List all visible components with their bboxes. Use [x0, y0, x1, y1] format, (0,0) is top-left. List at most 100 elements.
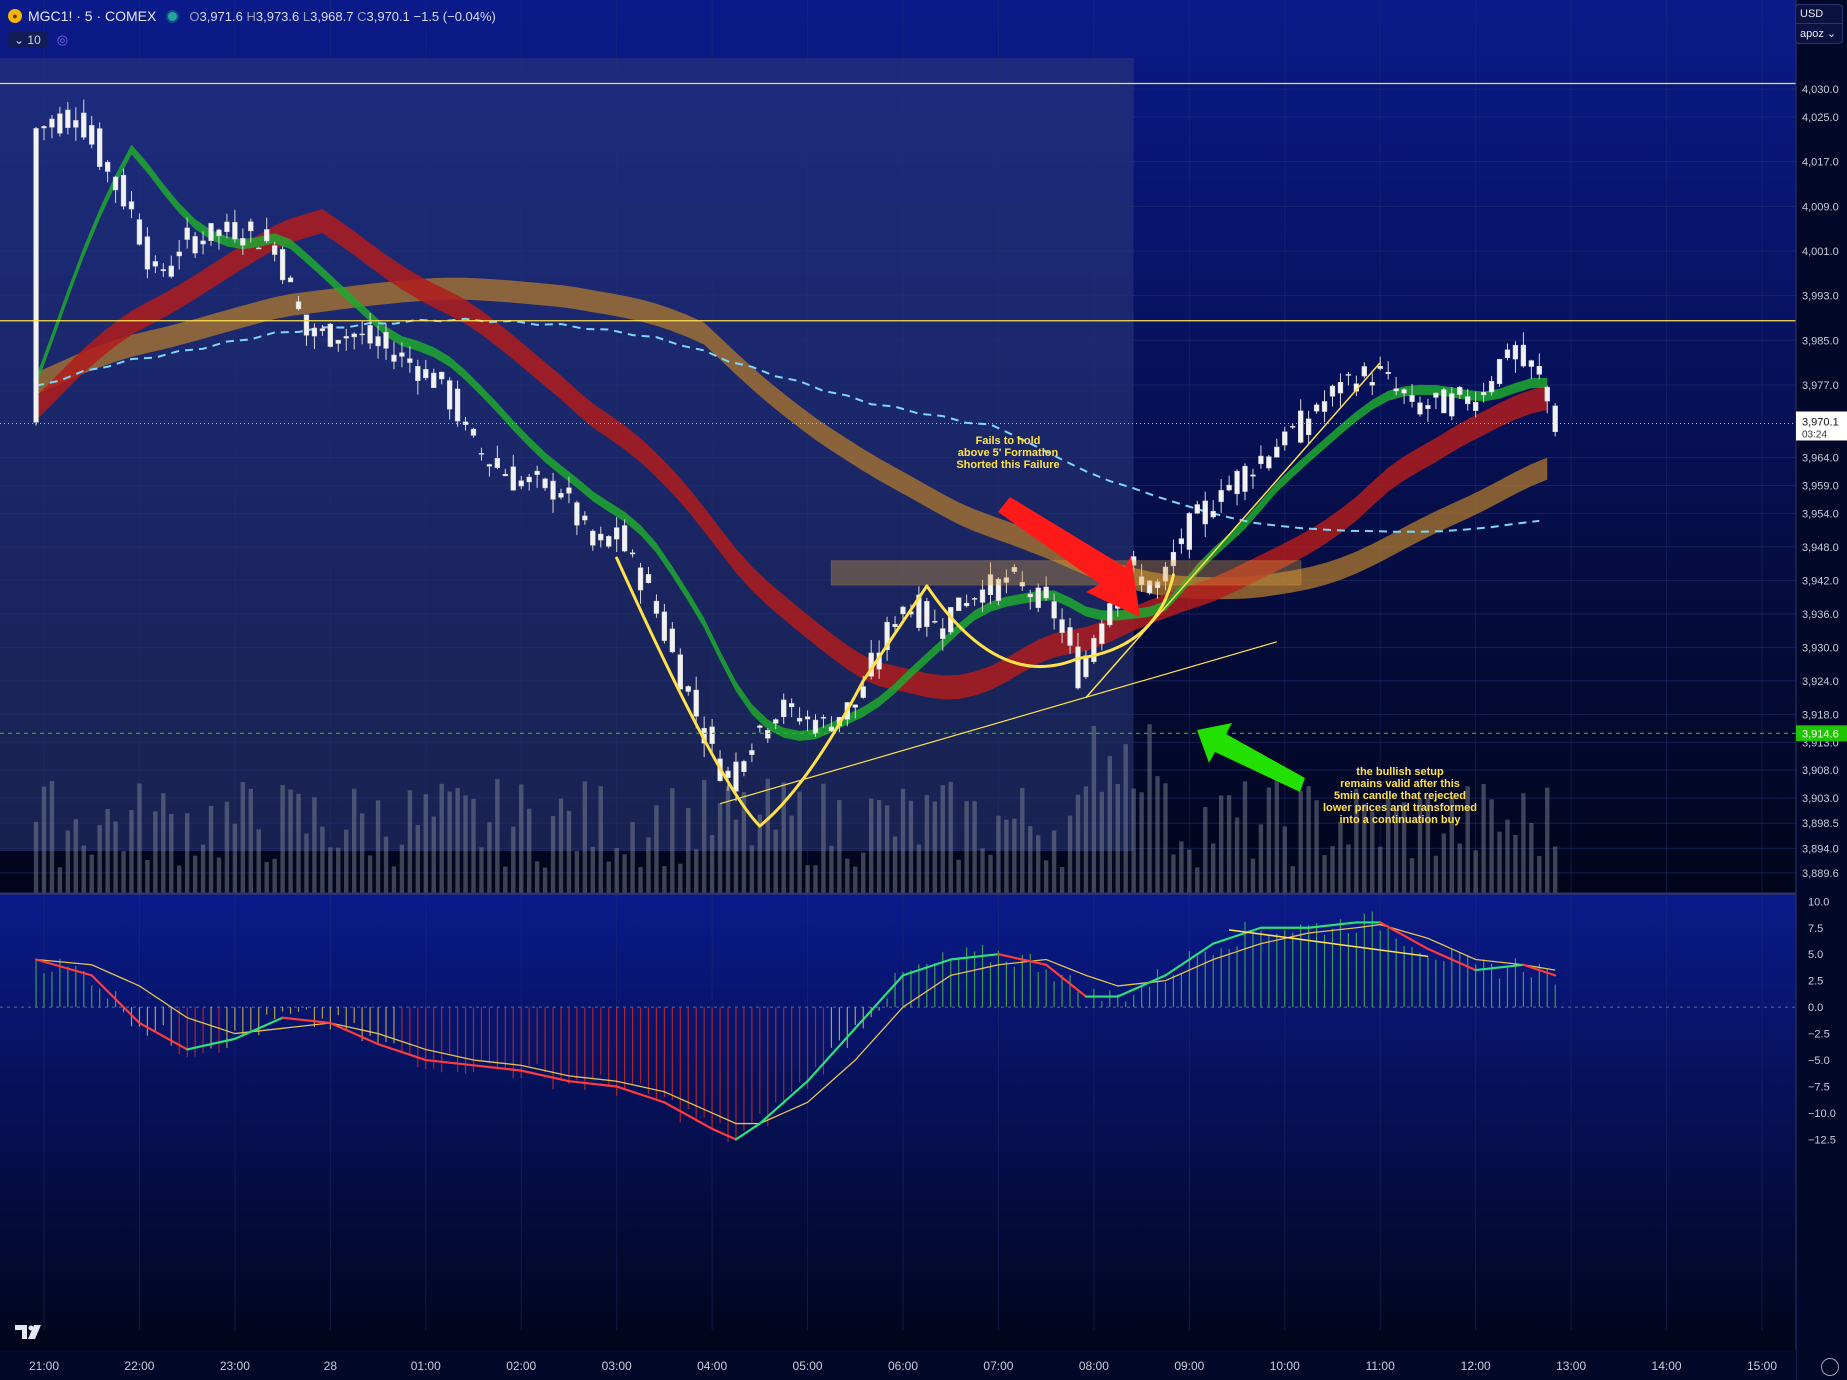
- candle-body: [367, 325, 373, 344]
- osc-tick-label: 0.0: [1808, 1002, 1823, 1014]
- volume-bar: [956, 859, 961, 893]
- time-tick-label: 08:00: [1079, 1359, 1109, 1373]
- candle-body: [820, 717, 827, 719]
- volume-bar: [383, 836, 389, 893]
- candle-body: [112, 176, 119, 191]
- settings-gear-icon[interactable]: [1821, 1358, 1839, 1376]
- candle-body: [1512, 344, 1519, 360]
- volume-bar: [399, 844, 405, 893]
- symbol-title[interactable]: MGC1! · 5 · COMEX: [28, 8, 156, 24]
- candle-body: [892, 623, 898, 628]
- volume-bar: [1155, 776, 1160, 893]
- price-tick-label: 3,964.0: [1802, 453, 1839, 465]
- candle-body: [359, 333, 365, 336]
- loading-icon: ◎: [56, 32, 69, 47]
- candle-body: [415, 366, 421, 381]
- osc-tick-label: 2.5: [1808, 976, 1823, 988]
- volume-bar: [367, 855, 373, 893]
- candle-body: [81, 112, 87, 138]
- time-tick-label: 01:00: [411, 1359, 441, 1373]
- volume-bar: [1139, 792, 1144, 893]
- volume-bar: [534, 861, 540, 893]
- candle-body: [1337, 382, 1344, 394]
- candle-body: [1480, 391, 1487, 396]
- candle-body: [590, 530, 596, 546]
- volume-bar: [614, 848, 619, 893]
- currency-selector[interactable]: USD: [1796, 5, 1842, 23]
- volume-bar: [503, 866, 508, 893]
- candle-body: [518, 480, 524, 487]
- candle-body: [1369, 382, 1375, 386]
- candle-body: [900, 606, 906, 615]
- candle-body: [542, 478, 548, 489]
- volume-bar: [407, 790, 413, 893]
- volume-bar: [1529, 822, 1534, 893]
- time-tick-label: 02:00: [506, 1359, 536, 1373]
- volume-bar: [161, 793, 166, 893]
- volume-bar: [1043, 860, 1049, 893]
- volume-bar: [1203, 806, 1208, 893]
- candle-body: [550, 480, 556, 500]
- candle-body: [1488, 380, 1495, 393]
- candle-body: [454, 388, 461, 422]
- volume-bar: [81, 845, 86, 893]
- price-tick-label: 3,918.0: [1802, 709, 1839, 721]
- candle-body: [446, 380, 453, 410]
- volume-bar: [447, 791, 452, 893]
- volume-bar: [853, 866, 858, 893]
- volume-bar: [1163, 783, 1168, 893]
- candle-body: [89, 125, 95, 145]
- candle-body: [971, 598, 978, 600]
- volume-bar: [57, 867, 63, 893]
- volume-bar: [1075, 794, 1081, 893]
- osc-tick-label: −2.5: [1808, 1029, 1830, 1041]
- volume-bar: [670, 788, 675, 893]
- indicators-toggle-button[interactable]: ⌄ 10: [8, 32, 47, 48]
- volume-bar: [1195, 867, 1200, 893]
- price-tick-label: 3,954.0: [1802, 508, 1839, 520]
- volume-bar: [1067, 815, 1073, 893]
- price-tick-label: 4,030.0: [1802, 84, 1839, 96]
- candle-body: [1449, 393, 1455, 417]
- price-tick-label: 3,924.0: [1802, 676, 1839, 688]
- volume-bar: [574, 851, 580, 893]
- volume-bar: [972, 801, 977, 893]
- candle-body: [1027, 593, 1033, 598]
- close-value: 3,970.1: [366, 8, 410, 24]
- candle-body: [470, 428, 477, 436]
- candle-body: [685, 686, 691, 692]
- volume-bar: [471, 798, 476, 893]
- candle-body: [1433, 392, 1439, 398]
- volume-bar: [749, 845, 755, 893]
- candle-body: [1242, 465, 1248, 492]
- candle-body: [1393, 388, 1399, 392]
- volume-bar: [868, 798, 874, 893]
- candle-body: [963, 602, 970, 607]
- volume-bar: [1226, 795, 1232, 893]
- candle-body: [160, 269, 166, 272]
- volume-bar: [789, 815, 794, 893]
- change-value: −1.5 (−0.04%): [413, 8, 496, 24]
- price-tick-label: 4,017.0: [1802, 157, 1839, 169]
- volume-bar: [1242, 781, 1248, 893]
- price-tick-label: 3,930.0: [1802, 642, 1839, 654]
- candle-body: [319, 328, 326, 332]
- candle-body: [621, 525, 628, 552]
- volume-bar: [1179, 841, 1184, 893]
- time-tick-label: 13:00: [1556, 1359, 1586, 1373]
- candle-body: [256, 247, 262, 250]
- volume-bar: [1091, 725, 1097, 893]
- bar-countdown-label: 03:24: [1802, 429, 1827, 440]
- candle-body: [1099, 623, 1105, 644]
- candle-body: [828, 726, 835, 732]
- volume-bar: [1338, 821, 1343, 893]
- chart-canvas[interactable]: Fails to holdabove 5' FormationShorted t…: [0, 0, 1847, 1380]
- profile-selector[interactable]: apoz ⌄: [1796, 23, 1842, 43]
- osc-tick-label: −7.5: [1808, 1082, 1830, 1094]
- volume-bar: [455, 787, 460, 893]
- volume-bar: [192, 855, 198, 893]
- candle-body: [1218, 490, 1224, 502]
- high-value: 3,973.6: [255, 8, 300, 24]
- candle-body: [232, 222, 238, 240]
- candle-body: [606, 536, 612, 547]
